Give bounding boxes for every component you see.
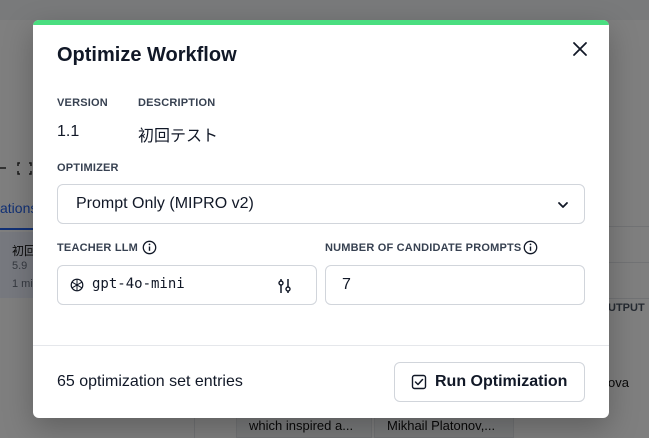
run-optimization-label: Run Optimization [435, 373, 568, 390]
footer-divider [33, 345, 609, 346]
close-icon [573, 42, 587, 56]
optimizer-select[interactable]: Prompt Only (MIPRO v2) [57, 184, 585, 224]
optimize-workflow-dialog: Optimize Workflow VERSION 1.1 DESCRIPTIO… [33, 20, 609, 418]
close-button[interactable] [569, 38, 591, 60]
candidate-prompts-label: NUMBER OF CANDIDATE PROMPTS [325, 242, 522, 254]
openai-icon [70, 278, 84, 292]
run-optimization-button[interactable]: Run Optimization [394, 362, 585, 402]
model-settings-icon[interactable] [276, 277, 294, 295]
info-icon[interactable] [142, 240, 157, 255]
info-icon[interactable] [523, 240, 538, 255]
version-value: 1.1 [57, 123, 80, 140]
dialog-title: Optimize Workflow [57, 44, 237, 66]
candidate-prompts-input[interactable] [325, 265, 585, 305]
version-label: VERSION [57, 97, 108, 109]
optimization-set-count: 65 optimization set entries [57, 373, 243, 390]
teacher-llm-label: TEACHER LLM [57, 242, 139, 254]
optimizer-label: OPTIMIZER [57, 162, 119, 174]
optimizer-selected-value: Prompt Only (MIPRO v2) [76, 195, 254, 212]
description-value: 初回テスト [138, 128, 219, 145]
chevron-down-icon [558, 202, 568, 208]
teacher-llm-field[interactable]: gpt-4o-mini [57, 265, 317, 305]
modal-accent-bar [33, 20, 609, 25]
checkbox-icon [411, 374, 427, 390]
description-label: DESCRIPTION [138, 97, 216, 109]
teacher-llm-value: gpt-4o-mini [92, 276, 185, 292]
